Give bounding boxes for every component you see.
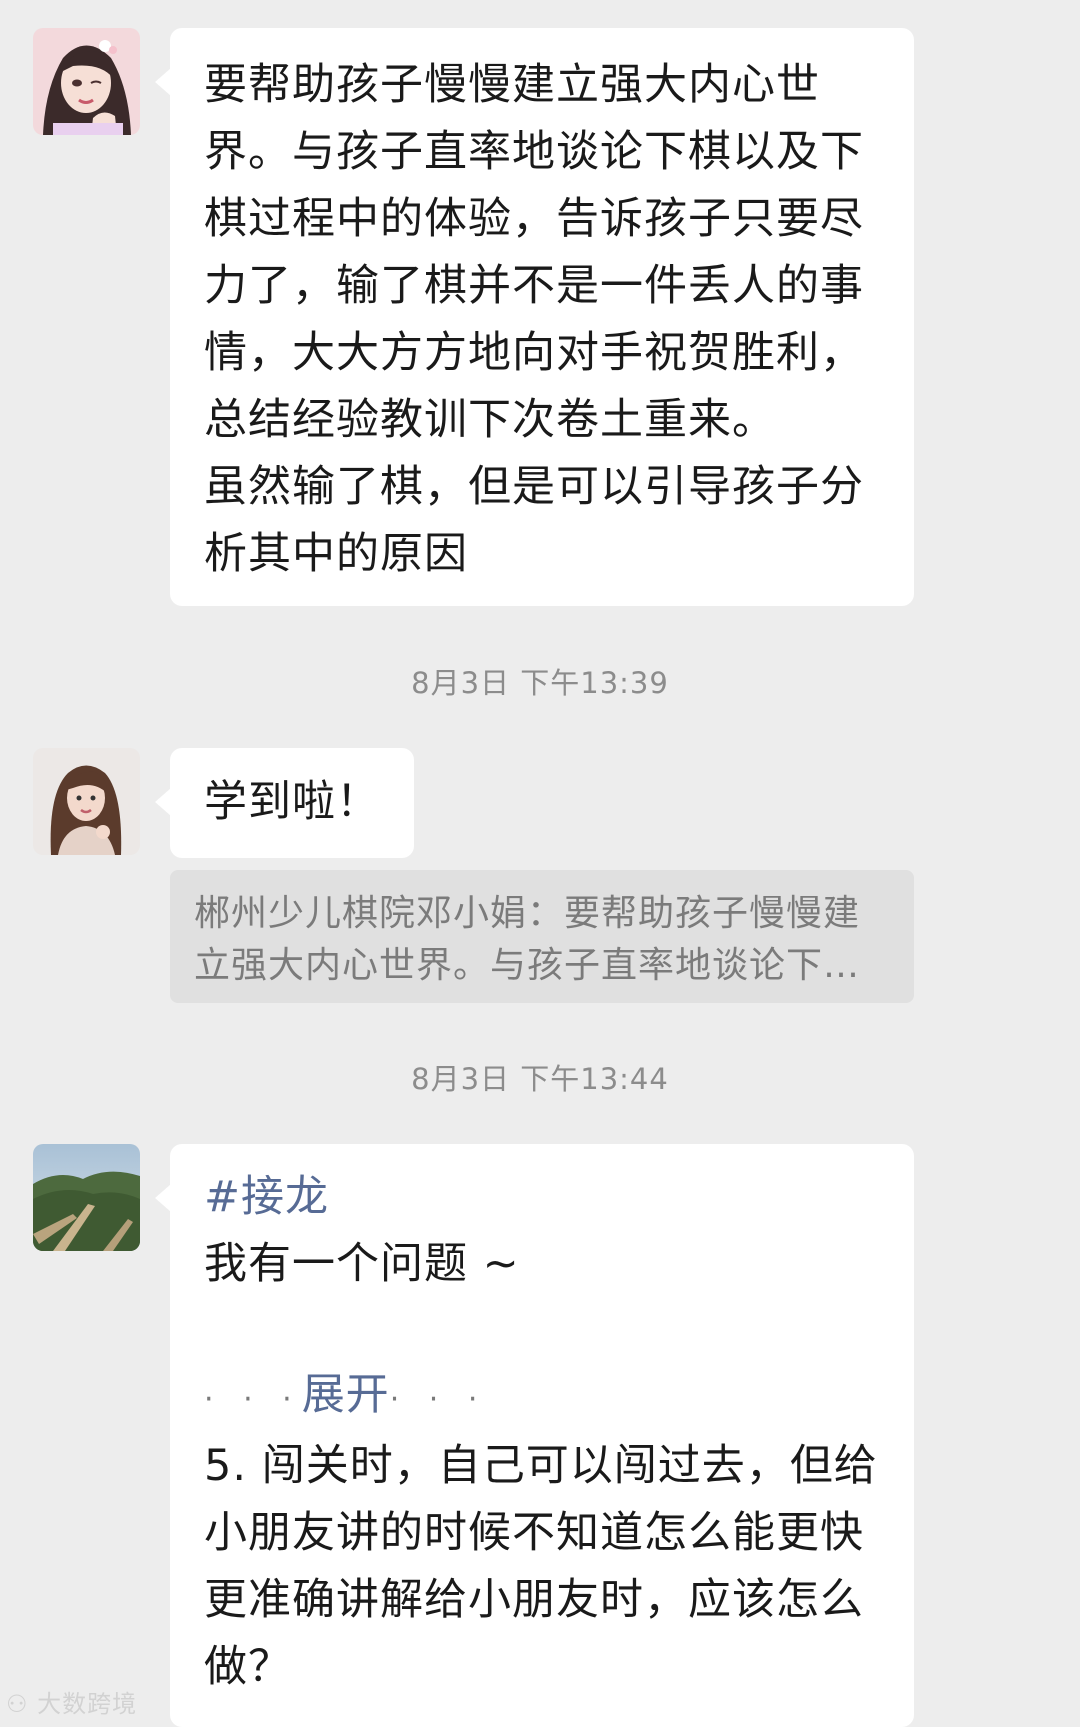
message-bubble[interactable]: 学到啦！: [155, 748, 414, 858]
message-text: 5. 闯关时，自己可以闯过去，但给小朋友讲的时候不知道怎么能更快更准确讲解给小朋…: [204, 1441, 878, 1692]
expand-label: 展开: [301, 1370, 390, 1420]
quote-line: 郴州少儿棋院邓小娟：要帮助孩子慢慢建: [194, 893, 861, 934]
quoted-message[interactable]: 郴州少儿棋院邓小娟：要帮助孩子慢慢建 立强大内心世界。与孩子直率地谈论下…: [170, 870, 914, 1003]
message-bubble[interactable]: #接龙 我有一个问题 ~ · · ·展开· · · 5. 闯关时，自己可以闯过去…: [155, 1144, 914, 1727]
message-text: 我有一个问题 ~: [204, 1239, 520, 1289]
watermark: ⚇ 大数跨境: [6, 1684, 137, 1719]
message-text: 学到啦！: [204, 777, 380, 827]
watermark-logo-icon: ⚇: [6, 1690, 29, 1718]
quote-line: 立强大内心世界。与孩子直率地谈论下…: [194, 945, 861, 986]
expand-dots: · · ·: [389, 1382, 488, 1417]
message-text: 要帮助孩子慢慢建立强大内心世界。与孩子直率地谈论下棋以及下棋过程中的体验，告诉孩…: [204, 60, 864, 579]
woman-photo-avatar: [33, 748, 140, 855]
expand-toggle[interactable]: · · ·展开· · ·: [204, 1362, 880, 1433]
anime-girl-avatar: [33, 28, 140, 135]
sender-avatar[interactable]: [33, 28, 140, 135]
watermark-text: 大数跨境: [37, 1690, 138, 1718]
expand-dots: · · ·: [204, 1382, 302, 1417]
timestamp: 8月3日 下午13:39: [411, 666, 669, 700]
timestamp: 8月3日 下午13:44: [411, 1062, 669, 1096]
sender-avatar[interactable]: [33, 748, 140, 855]
sender-avatar[interactable]: [33, 1144, 140, 1251]
hashtag-label[interactable]: #接龙: [204, 1164, 880, 1231]
great-wall-avatar: [33, 1144, 140, 1251]
message-bubble[interactable]: 要帮助孩子慢慢建立强大内心世界。与孩子直率地谈论下棋以及下棋过程中的体验，告诉孩…: [155, 28, 914, 606]
